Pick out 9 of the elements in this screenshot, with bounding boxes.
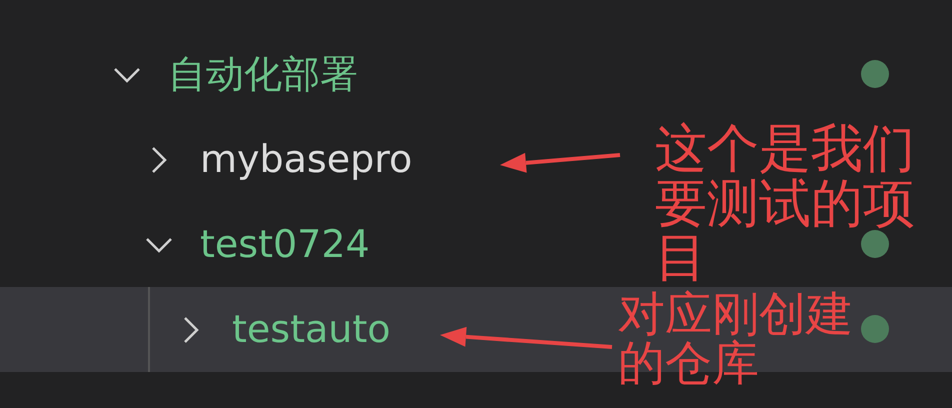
annotation-text: 这个是我们要测试的项目: [655, 122, 915, 286]
tree-item[interactable]: test0724: [0, 202, 600, 287]
tree-item[interactable]: 自动化部署: [0, 32, 600, 117]
folder-name: test0724: [200, 222, 370, 268]
folder-name: testauto: [232, 306, 390, 352]
tree-item[interactable]: mybasepro: [0, 117, 600, 202]
folder-name: mybasepro: [200, 136, 412, 182]
folder-name: 自动化部署: [168, 52, 358, 98]
annotation-text: 对应刚创建的仓库: [618, 290, 853, 389]
